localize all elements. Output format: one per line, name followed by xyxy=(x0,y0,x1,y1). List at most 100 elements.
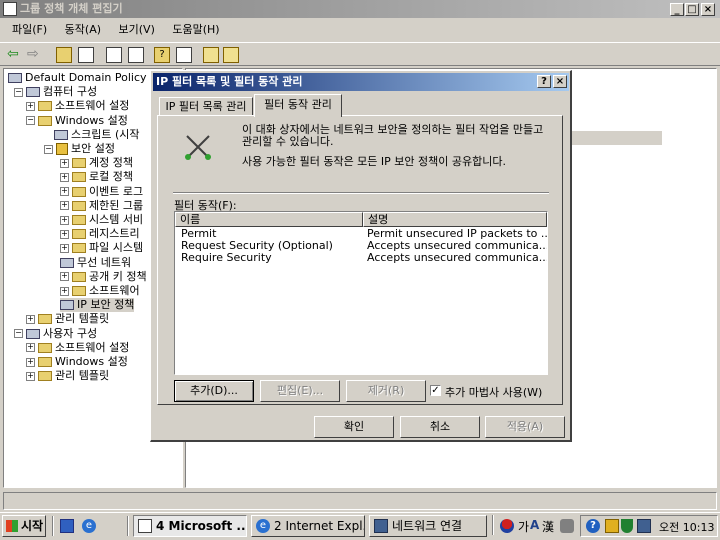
expand-toggle[interactable]: + xyxy=(60,201,69,211)
expand-toggle[interactable]: − xyxy=(14,87,23,97)
tree-item-label: 계정 정책 xyxy=(89,156,133,170)
tree-item[interactable]: 스크립트 (시작 xyxy=(54,128,140,142)
tree-item[interactable]: − 컴퓨터 구성 xyxy=(14,85,97,99)
tree-item[interactable]: + 시스템 서비 xyxy=(60,213,143,227)
ime-hanja[interactable]: 漢 xyxy=(542,518,554,535)
expand-toggle[interactable]: + xyxy=(60,172,69,182)
expand-toggle[interactable]: + xyxy=(26,343,35,353)
tree-item[interactable]: + 관리 템플릿 xyxy=(26,312,109,326)
security-tray-icon[interactable] xyxy=(605,519,619,533)
expand-toggle[interactable]: − xyxy=(44,144,53,154)
tree-item[interactable]: + 소프트웨어 설정 xyxy=(26,99,129,113)
tree-item-label: 레지스트리 xyxy=(89,227,140,241)
dialog-titlebar[interactable]: IP 필터 목록 및 필터 동작 관리 xyxy=(153,73,569,91)
forward-icon[interactable]: ⇨ xyxy=(27,46,43,62)
show-desktop-icon[interactable] xyxy=(60,519,74,533)
tree-item[interactable]: + 이벤트 로그 xyxy=(60,185,143,199)
menu-action[interactable]: 동작(A) xyxy=(65,23,101,36)
task-network-icon xyxy=(374,519,388,533)
tree-item[interactable]: + 계정 정책 xyxy=(60,156,133,170)
folder-icon xyxy=(72,229,86,240)
tree-item[interactable]: + 제한된 그룹 xyxy=(60,199,143,213)
toolbar: ⇦ ⇨ ? xyxy=(0,42,720,66)
apply-button[interactable]: 적용(A) xyxy=(485,416,565,438)
internet-explorer-icon[interactable]: e xyxy=(82,519,96,533)
back-icon[interactable]: ⇦ xyxy=(7,46,23,62)
tree-item[interactable]: + Windows 설정 xyxy=(26,355,128,369)
start-button[interactable]: 시작 xyxy=(2,515,46,537)
help-icon[interactable]: ? xyxy=(154,47,170,63)
expand-toggle[interactable]: − xyxy=(14,329,23,339)
tree-item[interactable]: 무선 네트워 xyxy=(60,256,131,270)
expand-toggle[interactable]: + xyxy=(60,286,69,296)
tree-item[interactable]: − 보안 설정 xyxy=(44,142,115,156)
up-folder-icon[interactable] xyxy=(56,47,72,63)
tree-item[interactable]: IP 보안 정책 xyxy=(60,298,135,313)
wizard-label[interactable]: 추가 마법사 사용(W) xyxy=(445,384,542,400)
expand-toggle[interactable]: + xyxy=(26,314,35,324)
minimize-button[interactable]: _ xyxy=(670,3,684,16)
task-network[interactable]: 네트워크 연결 xyxy=(369,515,487,537)
column-header-name[interactable]: 이름 xyxy=(175,212,363,227)
tab-filter-lists[interactable]: IP 필터 목록 관리 xyxy=(159,97,253,115)
dialog-help-button[interactable]: ? xyxy=(537,75,551,88)
policy-icon xyxy=(8,73,22,83)
network-tray-icon[interactable] xyxy=(637,519,651,533)
menu-help[interactable]: 도움말(H) xyxy=(172,23,219,36)
menu-view[interactable]: 보기(V) xyxy=(119,23,155,36)
remove-button[interactable]: 제거(R) xyxy=(346,380,426,402)
tree-item[interactable]: + 공개 키 정책 xyxy=(60,270,147,284)
tree-item-label: 스크립트 (시작 xyxy=(71,127,140,141)
assign-icon[interactable] xyxy=(223,47,239,63)
tree-item[interactable]: + 파일 시스템 xyxy=(60,241,143,255)
column-header-description[interactable]: 설명 xyxy=(363,212,547,227)
export-icon[interactable] xyxy=(128,47,144,63)
tab-filter-actions[interactable]: 필터 동작 관리 xyxy=(254,94,342,117)
ime-lang-icon[interactable] xyxy=(500,519,514,533)
tree-item[interactable]: − 사용자 구성 xyxy=(14,327,97,341)
ime-tool-icon[interactable] xyxy=(560,519,574,533)
close-button[interactable]: × xyxy=(701,3,715,16)
ime-hangul[interactable]: 가 xyxy=(518,518,529,535)
tree-item[interactable]: + 소프트웨어 xyxy=(60,284,140,298)
add-button[interactable]: 추가(D)... xyxy=(174,380,254,402)
expand-toggle[interactable]: + xyxy=(60,229,69,239)
expand-toggle[interactable]: + xyxy=(26,357,35,367)
help-tray-icon[interactable]: ? xyxy=(586,519,600,533)
tree-item[interactable]: − Windows 설정 xyxy=(26,114,128,128)
expand-toggle[interactable]: + xyxy=(60,272,69,282)
task-microsoft[interactable]: 4 Microsoft ... xyxy=(133,515,247,537)
detail-selected-row[interactable] xyxy=(568,131,662,145)
shield-tray-icon[interactable] xyxy=(621,519,633,533)
dialog-close-button[interactable]: × xyxy=(553,75,567,88)
tree-item[interactable]: + 로컬 정책 xyxy=(60,170,133,184)
task-internet-explorer[interactable]: e 2 Internet Expl... xyxy=(251,515,365,537)
filter-actions-list[interactable]: 이름 설명 Permit Permit unsecured IP packets … xyxy=(174,211,548,375)
main-titlebar[interactable]: 그룹 정책 개체 편집기 xyxy=(0,0,720,18)
ime-alpha[interactable]: A xyxy=(530,518,539,532)
tree-item-label: 공개 키 정책 xyxy=(89,269,147,283)
expand-toggle[interactable]: + xyxy=(26,101,35,111)
expand-toggle[interactable]: + xyxy=(60,215,69,225)
expand-toggle[interactable]: + xyxy=(60,158,69,168)
tree-item[interactable]: + 관리 템플릿 xyxy=(26,369,109,383)
properties-icon[interactable] xyxy=(176,47,192,63)
maximize-button[interactable]: □ xyxy=(685,3,699,16)
expand-toggle[interactable]: + xyxy=(60,187,69,197)
tree-item[interactable]: + 레지스트리 xyxy=(60,227,140,241)
edit-button[interactable]: 편집(E)... xyxy=(260,380,340,402)
tree-item[interactable]: + 소프트웨어 설정 xyxy=(26,341,129,355)
expand-toggle[interactable]: + xyxy=(26,371,35,381)
menu-file[interactable]: 파일(F) xyxy=(12,23,47,36)
wizard-checkbox[interactable]: ✓ xyxy=(430,385,441,396)
ok-button[interactable]: 확인 xyxy=(314,416,394,438)
cancel-button[interactable]: 취소 xyxy=(400,416,480,438)
table-row[interactable]: Require Security Accepts unsecured commun… xyxy=(175,252,547,264)
expand-toggle[interactable]: + xyxy=(60,243,69,253)
tree-item[interactable]: Default Domain Policy [I xyxy=(8,71,158,85)
expand-toggle[interactable]: − xyxy=(26,116,35,126)
folder-icon xyxy=(72,172,86,183)
show-tree-icon[interactable] xyxy=(78,47,94,63)
refresh-icon[interactable] xyxy=(106,47,122,63)
new-icon[interactable] xyxy=(203,47,219,63)
